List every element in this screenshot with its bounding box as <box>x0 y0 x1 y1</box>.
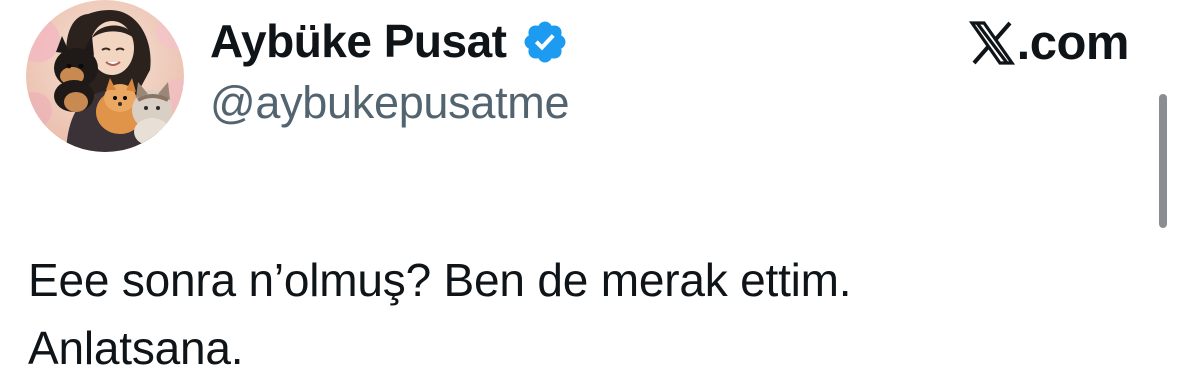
avatar-illustration <box>26 0 184 152</box>
scrollbar-thumb[interactable] <box>1159 94 1167 228</box>
tweet-text: Eee sonra n’olmuş? Ben de merak ettim. A… <box>28 246 1148 382</box>
tweet-text-line-1: Eee sonra n’olmuş? Ben de merak ettim. <box>28 254 852 306</box>
verified-badge-icon <box>521 18 569 66</box>
tweet-text-line-2: Anlatsana. <box>28 322 244 374</box>
user-handle[interactable]: @aybukepusatme <box>210 80 569 125</box>
display-name-row[interactable]: Aybüke Pusat <box>210 14 569 68</box>
x-logo-icon <box>968 21 1015 65</box>
display-name[interactable]: Aybüke Pusat <box>210 18 507 64</box>
brand-logo[interactable]: .com <box>968 15 1130 70</box>
avatar[interactable] <box>26 0 184 152</box>
brand-domain-text: .com <box>1016 15 1130 70</box>
